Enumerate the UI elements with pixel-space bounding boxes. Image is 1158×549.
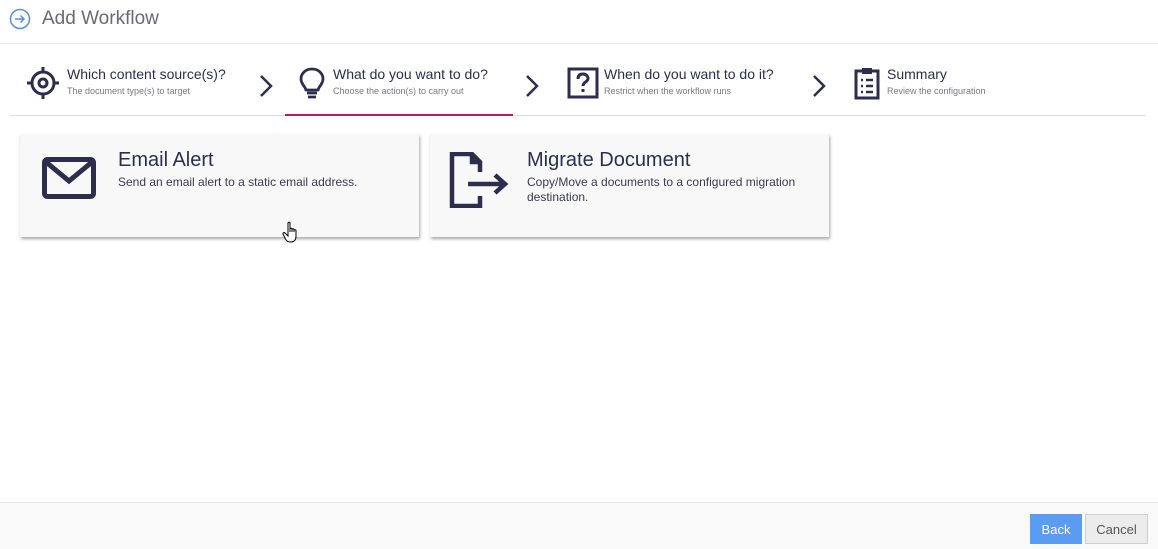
step-summary[interactable]: Summary Review the configuration (850, 44, 1050, 114)
step-content-source[interactable]: Which content source(s)? The document ty… (10, 44, 260, 114)
step-label: What do you want to do? (333, 66, 488, 82)
card-description: Copy/Move a documents to a configured mi… (527, 175, 796, 204)
step-sublabel: Review the configuration (887, 86, 986, 96)
step-sublabel: Restrict when the workflow runs (604, 86, 732, 96)
step-sublabel: Choose the action(s) to carry out (333, 86, 464, 96)
action-card-email-alert[interactable]: Email Alert Send an email alert to a sta… (20, 134, 419, 237)
step-label: Summary (887, 66, 947, 82)
hand-cursor-icon (282, 221, 297, 243)
chevron-right-icon (260, 75, 273, 97)
page-title: Add Workflow (42, 8, 159, 29)
step-action[interactable]: What do you want to do? Choose the actio… (285, 44, 513, 116)
target-icon (27, 67, 59, 99)
step-sublabel: The document type(s) to target (67, 86, 191, 96)
footer-bar: Back Cancel (0, 502, 1158, 549)
back-button[interactable]: Back (1030, 514, 1082, 544)
question-box-icon (567, 67, 599, 99)
lightbulb-icon (299, 67, 325, 99)
action-card-migrate-document[interactable]: Migrate Document Copy/Move a documents t… (430, 134, 829, 237)
chevron-right-icon (526, 75, 539, 97)
chevron-right-icon (813, 75, 826, 97)
circle-arrow-right-icon (9, 8, 31, 30)
envelope-icon (42, 157, 96, 199)
step-schedule[interactable]: When do you want to do it? Restrict when… (550, 44, 800, 114)
card-title: Migrate Document (527, 149, 691, 171)
page-header: Add Workflow (0, 0, 1158, 44)
step-label: Which content source(s)? (67, 66, 226, 82)
step-label: When do you want to do it? (604, 66, 774, 82)
clipboard-list-icon (854, 68, 880, 100)
file-export-icon (449, 152, 509, 208)
cancel-button[interactable]: Cancel (1085, 514, 1148, 544)
wizard-steps: Which content source(s)? The document ty… (10, 44, 1146, 116)
card-description: Send an email alert to a static email ad… (118, 175, 358, 189)
card-title: Email Alert (118, 149, 214, 171)
